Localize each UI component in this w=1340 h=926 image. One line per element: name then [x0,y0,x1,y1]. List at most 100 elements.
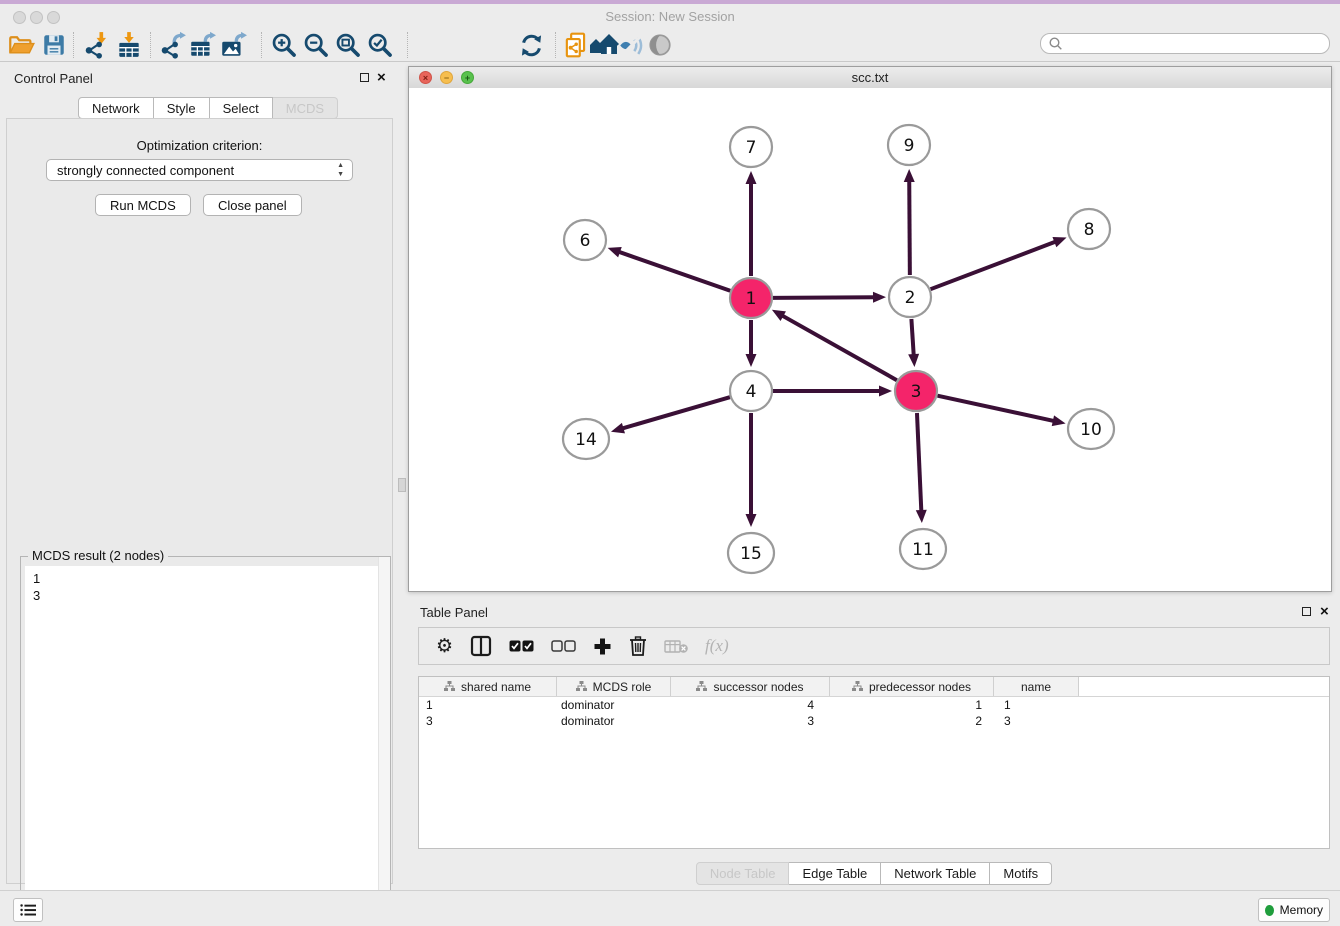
cell-shared-name: 3 [419,714,557,728]
new-network-from-selection-icon[interactable] [561,30,591,60]
mcds-result-group: MCDS result (2 nodes) 1 3 [20,556,391,926]
graph-node-label-15: 15 [740,544,762,564]
show-columns-icon[interactable] [470,633,492,659]
unchecked-boxes-icon [551,640,576,652]
table-panel-tabs: Node Table Edge Table Network Table Moti… [408,862,1340,885]
graph-edge-4-14[interactable] [622,397,730,429]
toolbar-separator [150,32,151,58]
graph-edge-3-10[interactable] [937,396,1054,421]
table-delete-icon [664,639,688,654]
birds-eye-view-icon[interactable] [645,30,675,60]
control-panel-title: Control Panel [14,71,93,86]
mcds-panel-body: Optimization criterion: strongly connect… [6,118,393,884]
graph-edge-1-2[interactable] [773,297,875,298]
show-graphics-details-icon[interactable] [589,30,619,60]
graph-node-label-8: 8 [1084,220,1095,240]
graph-node-label-14: 14 [575,430,597,450]
column-header-mcds-role[interactable]: MCDS role [557,677,671,696]
memory-button[interactable]: Memory [1258,898,1330,922]
export-table-icon[interactable] [187,30,217,60]
close-panel-icon[interactable]: × [377,73,386,83]
run-mcds-button[interactable]: Run MCDS [95,194,191,216]
graph-node-label-10: 10 [1080,420,1102,440]
tab-node-table[interactable]: Node Table [696,862,790,885]
zoom-in-icon[interactable] [269,30,299,60]
refresh-view-icon[interactable] [516,30,546,60]
open-file-icon[interactable] [6,30,36,60]
task-history-button[interactable] [13,898,43,922]
function-builder-icon[interactable]: f(x) [705,633,729,659]
export-image-icon[interactable] [218,30,248,60]
graph-edge-2-9[interactable] [909,180,910,275]
cell-predecessor-nodes: 2 [830,714,994,728]
tab-motifs[interactable]: Motifs [990,862,1052,885]
graph-edge-arrow [608,247,622,257]
column-label: successor nodes [713,680,803,694]
graph-edge-3-11[interactable] [917,413,921,512]
control-panel-header: Control Panel × [0,62,400,90]
checked-boxes-icon [509,640,534,652]
network-canvas[interactable]: 1234678910111415 [409,88,1331,591]
search-input[interactable] [1068,35,1329,53]
delete-table-icon[interactable] [664,633,688,659]
column-label: name [1021,680,1051,694]
deselect-all-rows-icon[interactable] [551,633,576,659]
column-label: shared name [461,680,531,694]
cell-name: 3 [994,714,1079,728]
graph-node-label-9: 9 [904,136,915,156]
magnifier-fit-icon [335,32,362,59]
table-row[interactable]: 3 dominator 3 2 3 [419,713,1329,729]
toolbar-separator [261,32,262,58]
eye-slash-icon [618,32,645,59]
table-row[interactable]: 1 dominator 4 1 1 [419,697,1329,713]
table-float-panel-icon[interactable] [1302,607,1311,616]
graph-edge-2-8[interactable] [931,241,1057,289]
graph-edge-2-3[interactable] [911,319,913,356]
mcds-result-scrollbar[interactable] [378,557,390,926]
optimization-criterion-select[interactable]: strongly connected component ▲▼ [46,159,353,181]
graph-edge-1-6[interactable] [618,252,730,291]
import-network-icon[interactable] [82,30,112,60]
column-header-name[interactable]: name [994,677,1079,696]
zoom-out-icon[interactable] [301,30,331,60]
column-type-icon [696,681,707,692]
table-close-panel-icon[interactable]: × [1320,607,1329,617]
cell-mcds-role: dominator [557,714,671,728]
zoom-fit-icon[interactable] [333,30,363,60]
tab-network-table[interactable]: Network Table [881,862,990,885]
add-column-icon[interactable] [593,633,612,659]
tab-select[interactable]: Select [210,97,273,119]
save-session-icon[interactable] [39,30,69,60]
column-header-successor-nodes[interactable]: successor nodes [671,677,830,696]
table-panel: Table Panel × ⚙ [408,597,1340,890]
table-export-icon [188,31,216,59]
toolbar-separator [555,32,556,58]
tab-style[interactable]: Style [154,97,210,119]
sphere-icon [647,32,673,58]
magnifier-check-icon [367,32,394,59]
magnifier-minus-icon [303,32,330,59]
import-table-icon[interactable] [114,30,144,60]
export-network-icon[interactable] [158,30,188,60]
cell-name: 1 [994,698,1079,712]
cell-successor-nodes: 3 [671,714,830,728]
tab-mcds[interactable]: MCDS [273,97,338,119]
toolbar-separator [407,32,408,58]
graph-edge-3-1[interactable] [781,315,896,380]
trash-icon [629,636,647,656]
delete-column-icon[interactable] [629,633,647,659]
table-settings-icon[interactable]: ⚙ [436,633,453,659]
mcds-result-text[interactable]: 1 3 [25,566,385,926]
column-header-predecessor-nodes[interactable]: predecessor nodes [830,677,994,696]
column-header-shared-name[interactable]: shared name [419,677,557,696]
graph-node-label-4: 4 [746,382,757,402]
close-panel-button[interactable]: Close panel [203,194,302,216]
float-panel-icon[interactable] [360,73,369,82]
tab-network[interactable]: Network [78,97,154,119]
graph-edge-arrow [746,171,757,184]
vertical-splitter-handle[interactable] [398,478,406,492]
zoom-selected-icon[interactable] [365,30,395,60]
select-all-rows-icon[interactable] [509,633,534,659]
hide-graphics-details-icon[interactable] [616,30,646,60]
tab-edge-table[interactable]: Edge Table [789,862,881,885]
